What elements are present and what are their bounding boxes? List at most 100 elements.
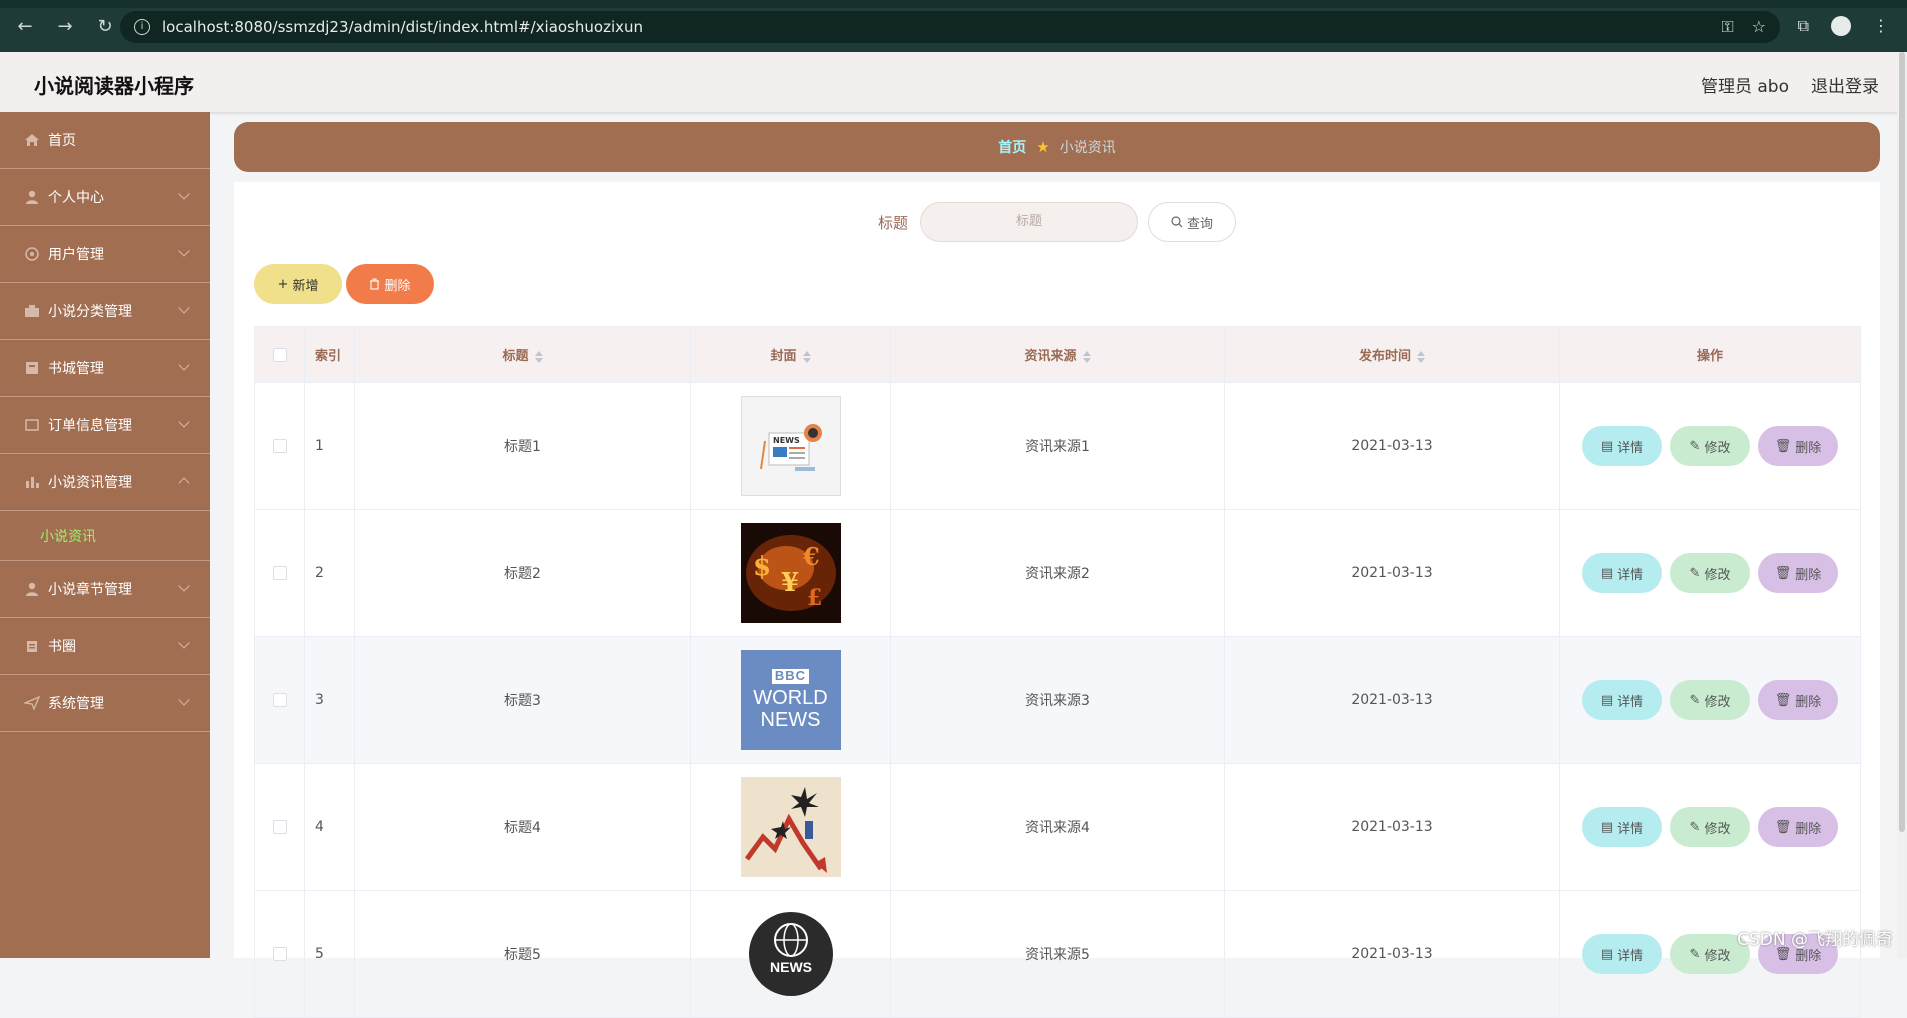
table-row: 1 标题1 NEWS — [255, 383, 1861, 510]
breadcrumb-current: 小说资讯 — [1060, 137, 1116, 157]
header-source[interactable]: 资讯来源 — [891, 327, 1225, 383]
delete-button[interactable]: 🗑︎删除 — [1758, 426, 1838, 466]
bookmark-star-icon[interactable]: ☆ — [1752, 17, 1766, 37]
back-icon[interactable]: ← — [14, 16, 36, 38]
add-button[interactable]: + 新增 — [254, 264, 342, 304]
page-scrollbar[interactable] — [1897, 52, 1907, 958]
table-row: 2 标题2 $ ¥ € £ 资讯来 — [255, 510, 1861, 637]
row-source: 资讯来源4 — [891, 764, 1225, 891]
sidebar-item-category[interactable]: 小说分类管理 — [0, 283, 210, 340]
sidebar-item-label: 个人中心 — [48, 187, 104, 207]
bulk-delete-button[interactable]: 删除 — [346, 264, 434, 304]
address-bar[interactable]: i localhost:8080/ssmzdj23/admin/dist/ind… — [120, 11, 1780, 43]
news-table: 索引 标题 封面 资讯来源 发布时间 操作 1 标题1 NEWS — [254, 326, 1861, 1018]
edit-button[interactable]: ✎修改 — [1670, 426, 1750, 466]
search-icon — [1171, 216, 1183, 228]
url-text: localhost:8080/ssmzdj23/admin/dist/index… — [162, 18, 643, 36]
trash-icon: 🗑︎ — [1775, 693, 1792, 708]
row-cover-cell: NEWS — [691, 383, 891, 510]
header-cover[interactable]: 封面 — [691, 327, 891, 383]
sidebar-item-profile[interactable]: 个人中心 — [0, 169, 210, 226]
logout-link[interactable]: 退出登录 — [1811, 72, 1879, 97]
cover-text-world: WORLD — [753, 687, 827, 709]
sort-icon[interactable] — [535, 351, 543, 363]
sidebar-item-label: 系统管理 — [48, 693, 104, 713]
detail-button[interactable]: ▤详情 — [1582, 680, 1662, 720]
dollar-symbol: $ — [753, 552, 771, 582]
forward-icon[interactable]: → — [54, 16, 76, 38]
sidebar-item-home[interactable]: 首页 — [0, 112, 210, 169]
detail-button[interactable]: ▤详情 — [1582, 807, 1662, 847]
delete-button[interactable]: 🗑︎删除 — [1758, 680, 1838, 720]
detail-button[interactable]: ▤详情 — [1582, 426, 1662, 466]
key-icon[interactable]: ⚿ — [1721, 17, 1733, 37]
sort-icon[interactable] — [803, 351, 811, 363]
row-source: 资讯来源5 — [891, 891, 1225, 1018]
doc-icon: ▤ — [1601, 820, 1613, 835]
app-header: 小说阅读器小程序 管理员 abo 退出登录 — [0, 52, 1907, 112]
sidebar-item-label: 小说分类管理 — [48, 301, 132, 321]
falling-chart-illustration — [741, 777, 841, 877]
delete-button[interactable]: 🗑︎删除 — [1758, 807, 1838, 847]
sidebar-item-chapters[interactable]: 小说章节管理 — [0, 561, 210, 618]
select-all-cell — [255, 327, 305, 383]
table-row: 5 标题5 NEWS 资讯来源5 2021-03-13 — [255, 891, 1861, 1018]
sort-icon[interactable] — [1417, 351, 1425, 363]
scrollbar-thumb[interactable] — [1899, 52, 1905, 832]
profile-avatar[interactable] — [1831, 16, 1851, 36]
sidebar-item-system[interactable]: 系统管理 — [0, 675, 210, 732]
sidebar-item-label: 首页 — [48, 130, 76, 150]
plus-icon: + — [278, 277, 289, 292]
edit-label: 修改 — [1704, 818, 1730, 837]
sidebar-item-circle[interactable]: 书圈 — [0, 618, 210, 675]
reload-icon[interactable]: ↻ — [94, 16, 116, 38]
row-checkbox[interactable] — [273, 439, 287, 453]
chevron-down-icon — [178, 359, 189, 370]
header-date[interactable]: 发布时间 — [1225, 327, 1560, 383]
row-ops-cell: ▤详情 ✎修改 🗑︎删除 — [1560, 383, 1861, 510]
sidebar-subitem-news[interactable]: 小说资讯 — [0, 511, 210, 561]
sidebar-item-label: 书圈 — [48, 636, 76, 656]
edit-label: 修改 — [1704, 691, 1730, 710]
search-input[interactable]: 标题 — [920, 202, 1138, 242]
sidebar-item-users[interactable]: 用户管理 — [0, 226, 210, 283]
edit-button[interactable]: ✎修改 — [1670, 680, 1750, 720]
edit-button[interactable]: ✎修改 — [1670, 807, 1750, 847]
detail-button[interactable]: ▤详情 — [1582, 934, 1662, 974]
users-icon — [24, 247, 40, 261]
select-all-checkbox[interactable] — [273, 348, 287, 362]
row-date: 2021-03-13 — [1225, 637, 1560, 764]
sidebar-item-orders[interactable]: 订单信息管理 — [0, 397, 210, 454]
cover-image-globe[interactable]: NEWS — [741, 904, 841, 1004]
search-button[interactable]: 查询 — [1148, 202, 1236, 242]
pencil-icon: ✎ — [1690, 820, 1701, 835]
menu-dots-icon[interactable]: ⋮ — [1873, 16, 1889, 36]
trash-icon: 🗑︎ — [1775, 820, 1792, 835]
sort-icon[interactable] — [1083, 351, 1091, 363]
row-checkbox[interactable] — [273, 820, 287, 834]
site-info-icon[interactable]: i — [134, 19, 150, 35]
user-label: 管理员 abo — [1701, 72, 1789, 97]
cover-image-falling-chart[interactable] — [741, 777, 841, 877]
cover-image-bbc[interactable]: BBC WORLD NEWS — [741, 650, 841, 750]
sidebar-item-bookstore[interactable]: 书城管理 — [0, 340, 210, 397]
header-title[interactable]: 标题 — [355, 327, 691, 383]
row-checkbox[interactable] — [273, 693, 287, 707]
detail-button[interactable]: ▤详情 — [1582, 553, 1662, 593]
cover-image-newspaper[interactable]: NEWS — [741, 396, 841, 496]
cover-image-currency-fire[interactable]: $ ¥ € £ — [741, 523, 841, 623]
edit-button[interactable]: ✎修改 — [1670, 553, 1750, 593]
row-source: 资讯来源1 — [891, 383, 1225, 510]
trash-icon: 🗑︎ — [1775, 566, 1792, 581]
delete-button[interactable]: 🗑︎删除 — [1758, 553, 1838, 593]
row-checkbox[interactable] — [273, 947, 287, 961]
row-checkbox[interactable] — [273, 566, 287, 580]
sidebar-item-news[interactable]: 小说资讯管理 — [0, 454, 210, 511]
extensions-icon[interactable]: ⧉ — [1798, 16, 1809, 36]
row-cover-cell: BBC WORLD NEWS — [691, 637, 891, 764]
cover-text-news: NEWS — [773, 436, 800, 445]
breadcrumb-home[interactable]: 首页 — [998, 137, 1026, 157]
row-select-cell — [255, 764, 305, 891]
browser-nav: ← → ↻ — [14, 16, 116, 38]
search-label: 标题 — [878, 212, 908, 233]
